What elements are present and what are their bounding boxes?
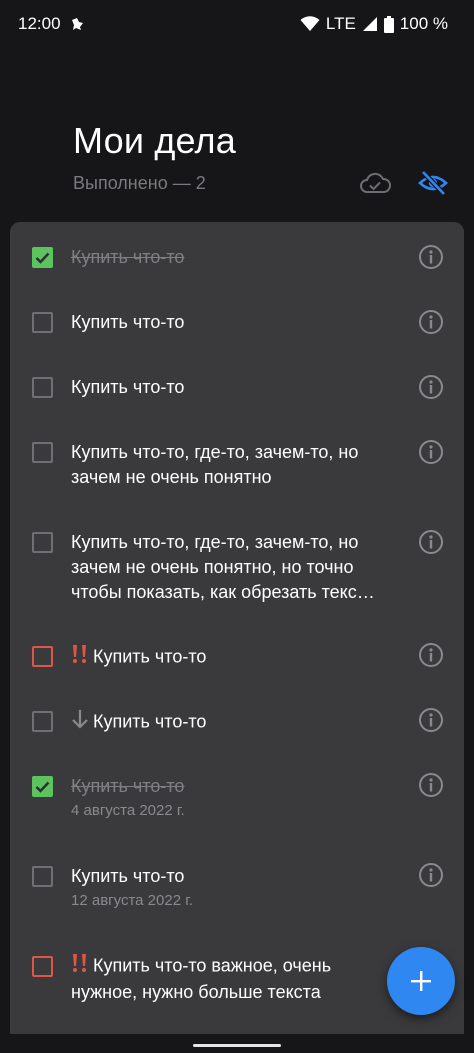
task-checkbox-checked[interactable] <box>32 776 53 797</box>
task-date: 12 августа 2022 г. <box>71 892 194 909</box>
checkmark-icon <box>35 252 50 264</box>
task-checkbox[interactable] <box>32 866 53 887</box>
clock: 12:00 <box>18 14 61 33</box>
task-list: Купить что-то Купить что-то Купить что-т… <box>10 222 464 1034</box>
info-icon[interactable] <box>418 642 444 668</box>
cloud-check-icon[interactable] <box>358 168 392 198</box>
high-priority-icon <box>71 953 89 980</box>
task-checkbox[interactable] <box>32 442 53 463</box>
home-gesture-handle[interactable] <box>193 1044 281 1047</box>
low-priority-arrow-icon <box>71 709 89 736</box>
app-screen: 12:00 LTE 100 % Мои дела Выполнено — 2 К… <box>0 0 474 1053</box>
task-date: 4 августа 2022 г. <box>71 802 185 819</box>
task-item[interactable]: Купить что-то, где-то, зачем-то, но заче… <box>10 507 464 622</box>
notification-icon <box>69 16 85 32</box>
info-icon[interactable] <box>418 707 444 733</box>
task-text-wrapper: Купить что-то <box>71 709 391 736</box>
task-checkbox[interactable] <box>32 377 53 398</box>
task-item[interactable]: Купить что-то <box>10 222 464 287</box>
task-item[interactable]: Купить что-то 4 августа 2022 г. <box>10 752 464 842</box>
info-icon[interactable] <box>418 529 444 555</box>
task-item[interactable]: Купить что-то <box>10 622 464 687</box>
task-item[interactable]: Купить что-то, где-то, зачем-то, но заче… <box>10 417 464 507</box>
task-text: Купить что-то, где-то, зачем-то, но заче… <box>71 532 375 602</box>
task-text: Купить что-то <box>71 866 185 886</box>
battery-icon <box>383 15 394 33</box>
info-icon[interactable] <box>418 772 444 798</box>
task-text: Купить что-то <box>93 646 207 667</box>
task-item[interactable]: Купить что-то <box>10 687 464 752</box>
page-title: Мои дела <box>73 120 236 161</box>
task-text-wrapper: Купить что-то <box>71 644 391 671</box>
task-text: Купить что-то <box>93 711 207 732</box>
eye-off-icon[interactable] <box>416 168 450 198</box>
task-item[interactable]: Купить что-то <box>10 352 464 417</box>
task-checkbox-important[interactable] <box>32 646 53 667</box>
task-checkbox-checked[interactable] <box>32 247 53 268</box>
done-counter: Выполнено — 2 <box>73 173 206 193</box>
task-checkbox[interactable] <box>32 711 53 732</box>
task-text: Купить что-то важное, очень нужное, нужн… <box>71 955 332 1002</box>
info-icon[interactable] <box>418 374 444 400</box>
plus-icon <box>411 971 431 991</box>
wifi-icon <box>300 16 320 32</box>
task-item[interactable]: Купить что-то <box>10 287 464 352</box>
task-text: Купить что-то <box>71 247 185 267</box>
checkmark-icon <box>35 781 50 793</box>
high-priority-icon <box>71 644 89 671</box>
status-bar-right: LTE 100 % <box>300 14 448 34</box>
info-icon[interactable] <box>418 309 444 335</box>
info-icon[interactable] <box>418 862 444 888</box>
network-type: LTE <box>325 14 356 33</box>
info-icon[interactable] <box>418 244 444 270</box>
task-text: Купить что-то <box>71 776 185 796</box>
task-item[interactable]: Купить что-то 12 августа 2022 г. <box>10 842 464 932</box>
task-checkbox-important[interactable] <box>32 956 53 977</box>
signal-icon <box>362 16 378 32</box>
status-bar: 12:00 LTE 100 % <box>0 0 474 48</box>
task-text: Купить что-то <box>71 312 185 332</box>
task-text-wrapper: Купить что-то важное, очень нужное, нужн… <box>71 953 371 1005</box>
task-checkbox[interactable] <box>32 532 53 553</box>
info-icon[interactable] <box>418 439 444 465</box>
task-text: Купить что-то <box>71 377 185 397</box>
task-text: Купить что-то, где-то, зачем-то, но заче… <box>71 442 359 487</box>
navigation-bar <box>0 1034 474 1053</box>
battery-level: 100 % <box>399 14 448 33</box>
status-bar-left: 12:00 <box>18 14 85 34</box>
task-checkbox[interactable] <box>32 312 53 333</box>
add-task-button[interactable] <box>387 947 455 1015</box>
